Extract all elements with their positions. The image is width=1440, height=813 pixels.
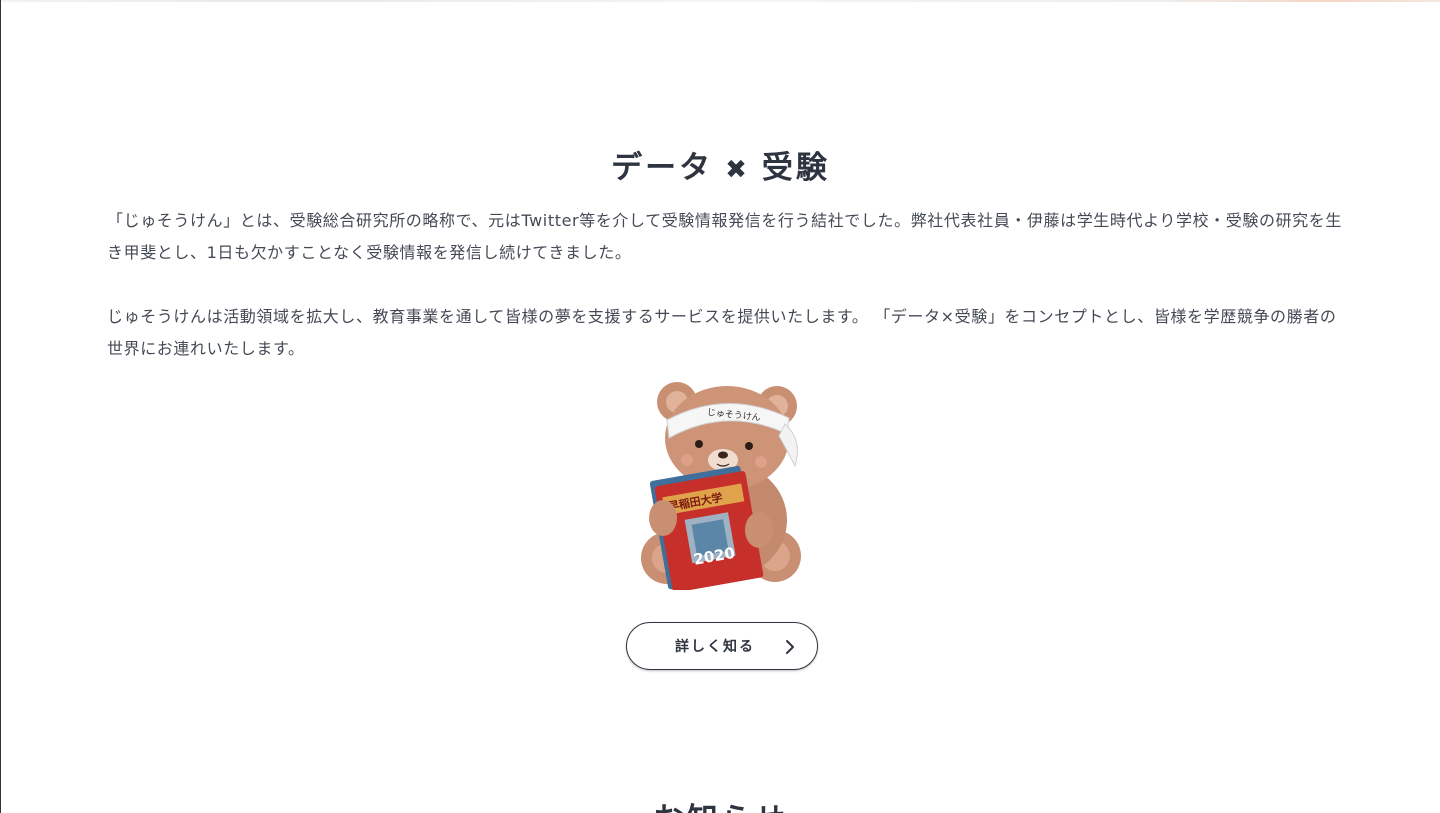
- title-exam: 受験: [761, 150, 830, 186]
- learn-more-label: 詳しく知る: [675, 639, 755, 655]
- news-section-title: お知らせ: [1, 794, 1440, 813]
- top-banner-edge: [1, 0, 1440, 2]
- cross-icon: ✖: [725, 155, 750, 185]
- about-paragraph-1: 「じゅそうけん」とは、受験総合研究所の略称で、元はTwitter等を介して受験情…: [107, 211, 1342, 262]
- chevron-right-icon: [786, 640, 794, 654]
- bear-mascot-illustration: じゅそうけん 早稲田大学 2020: [641, 382, 801, 590]
- about-paragraph-2: じゅそうけんは活動領域を拡大し、教育事業を通して皆様の夢を支援するサービスを提供…: [107, 307, 1337, 358]
- title-data: データ: [611, 150, 714, 186]
- learn-more-button[interactable]: 詳しく知る: [626, 622, 818, 670]
- section-title: データ ✖ 受験: [1, 142, 1440, 187]
- page: データ ✖ 受験 「じゅそうけん」とは、受験総合研究所の略称で、元はTwitter等…: [0, 0, 1440, 813]
